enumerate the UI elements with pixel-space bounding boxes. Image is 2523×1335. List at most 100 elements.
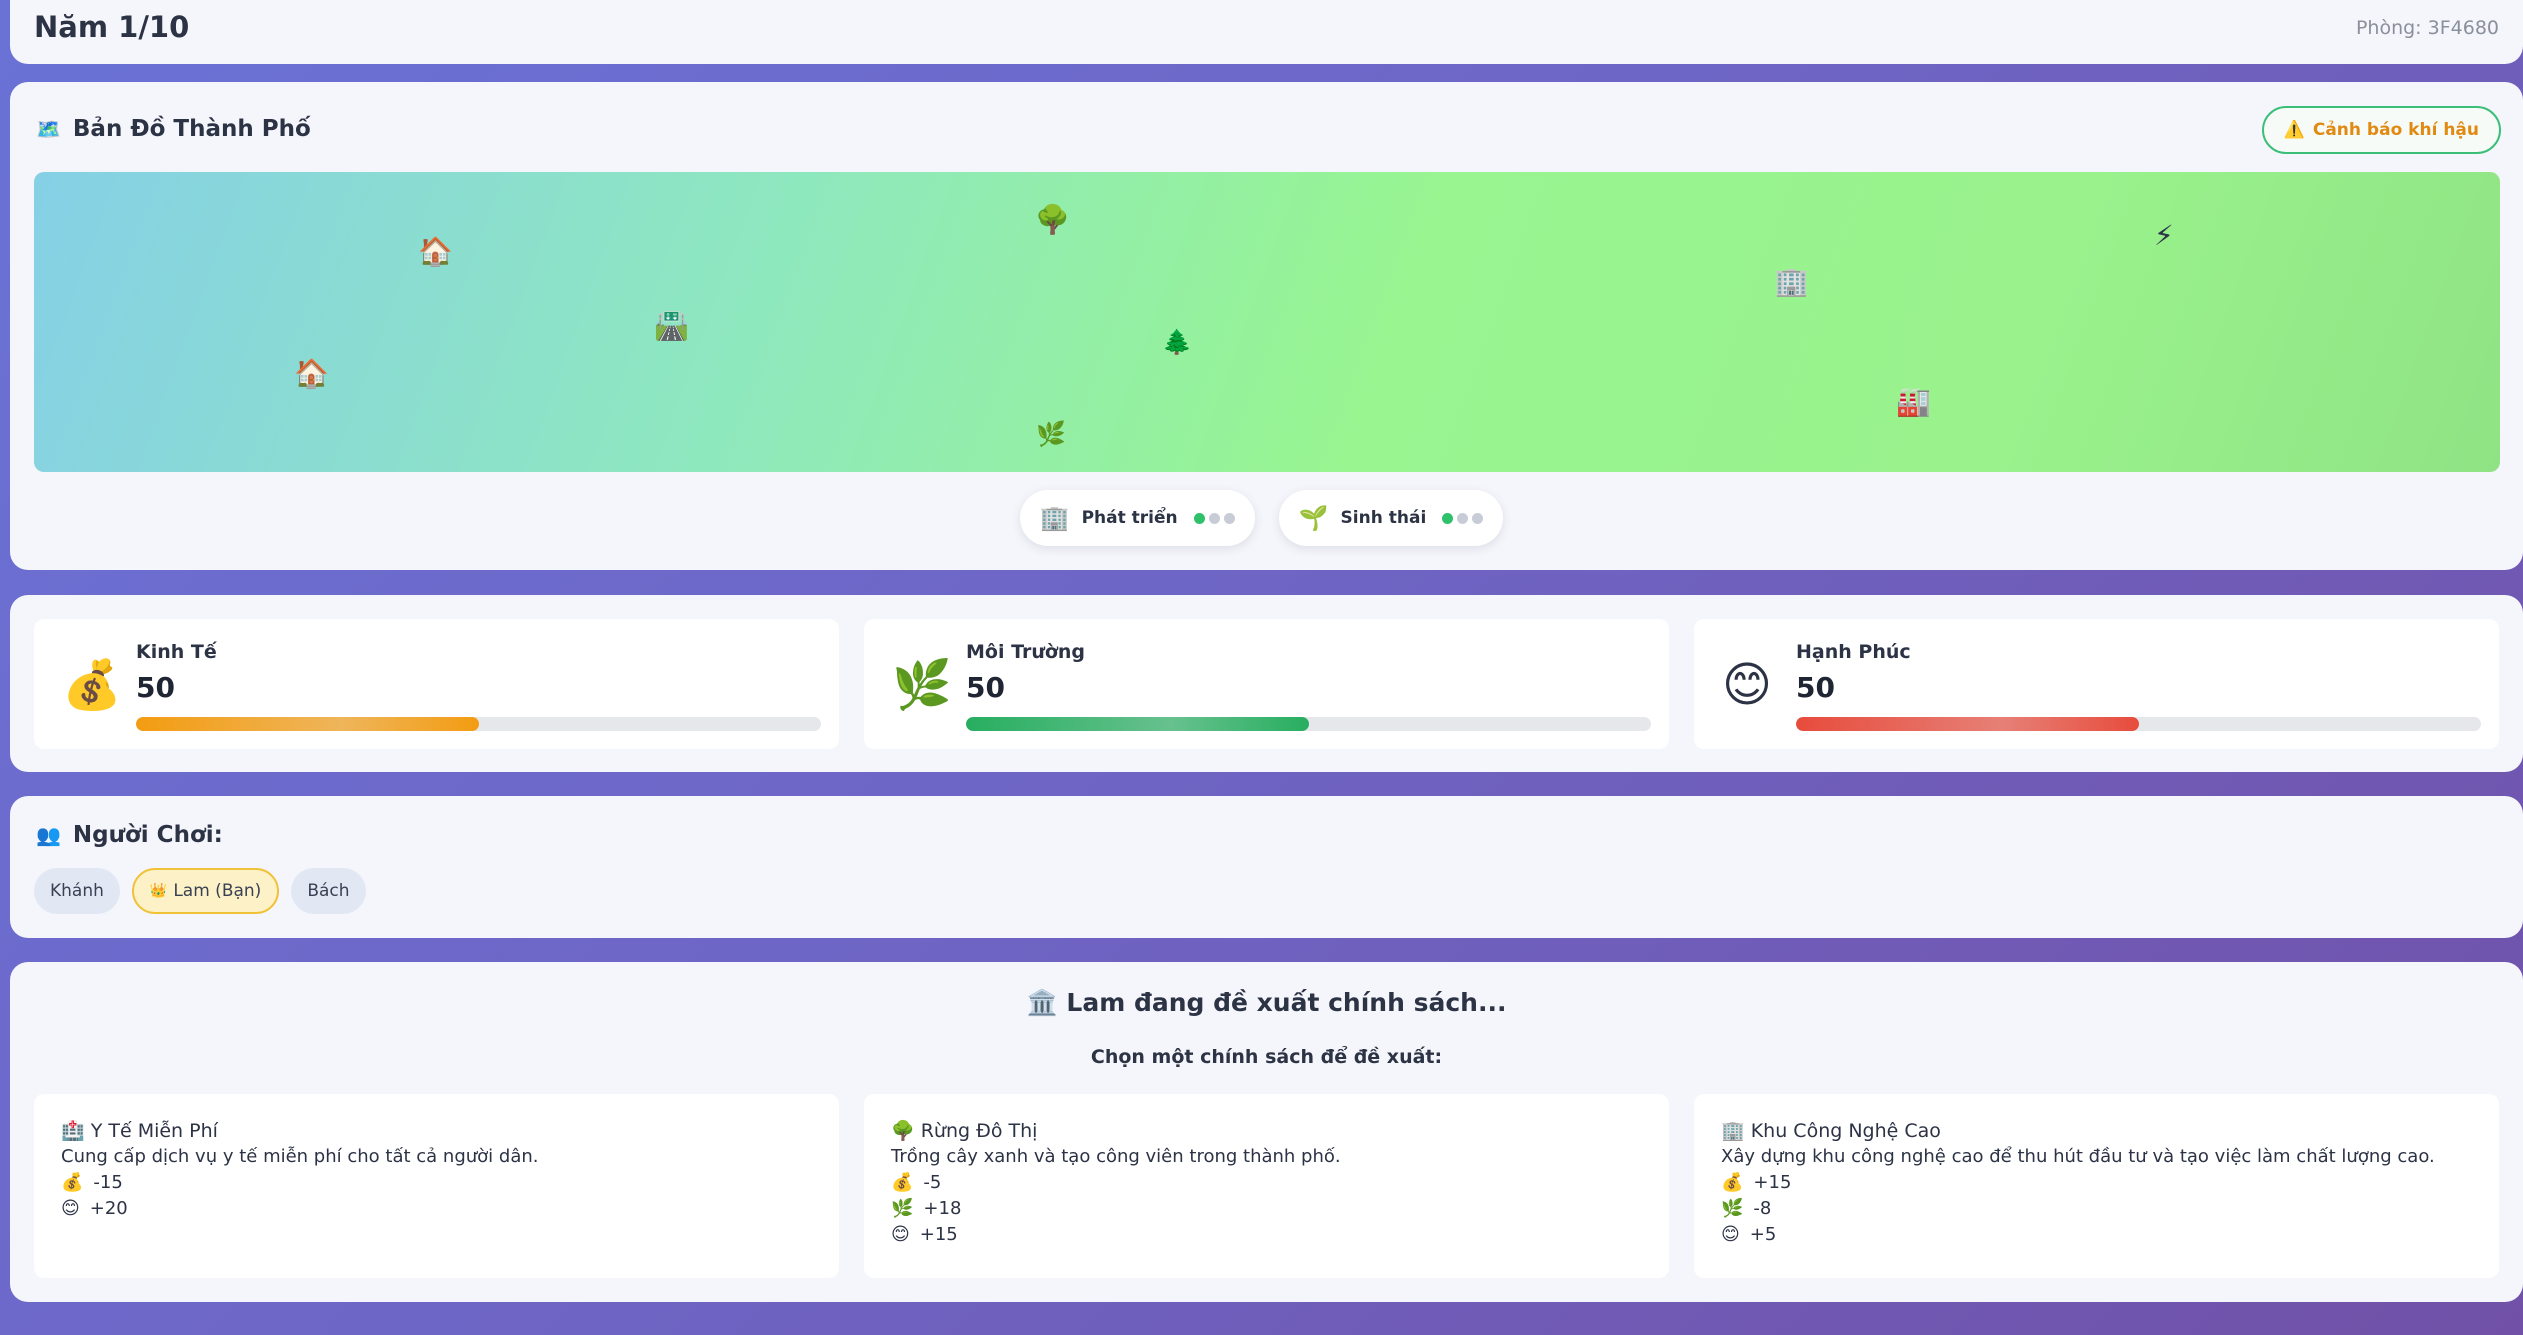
- development-level-dots: [1193, 512, 1235, 524]
- level-dot: [1442, 512, 1454, 524]
- city-map-panel: 🗺️ Bản Đồ Thành Phố ⚠️ Cảnh báo khí hậu …: [10, 82, 2523, 570]
- stat-value: 50: [1796, 671, 1835, 704]
- room-code: Phòng: 3F4680: [2355, 17, 2499, 39]
- map-layer-toggles: 🏢 Phát triển 🌱 Sinh thái: [10, 490, 2523, 546]
- seedling-icon: 🌱: [1298, 504, 1329, 532]
- map-title-text: Bản Đồ Thành Phố: [72, 116, 311, 142]
- policy-effect: 😊 +5: [1721, 1222, 2472, 1248]
- herb-icon: 🌿: [892, 657, 952, 713]
- development-label: Phát triển: [1081, 508, 1178, 528]
- policy-subtitle: Chọn một chính sách để đề xuất:: [1090, 1046, 1443, 1068]
- house-icon[interactable]: 🏠: [294, 360, 329, 388]
- player-chip-me[interactable]: 👑 Lam (Bạn): [131, 868, 280, 914]
- stat-label: Môi Trường: [966, 641, 1086, 663]
- policy-card-desc: Trồng cây xanh và tạo công viên trong th…: [891, 1146, 1341, 1167]
- stats-panel: 💰 Kinh Tế 50 🌿 Môi Trường 50 😊 Hạnh Phúc…: [10, 595, 2523, 772]
- policy-card-desc: Cung cấp dịch vụ y tế miễn phí cho tất c…: [61, 1146, 539, 1167]
- warning-icon: ⚠️: [2283, 120, 2305, 140]
- policy-card-healthcare[interactable]: 🏥 Y Tế Miễn Phí Cung cấp dịch vụ y tế mi…: [34, 1094, 839, 1278]
- stat-environment: 🌿 Môi Trường 50: [864, 619, 1669, 749]
- stat-bar: [136, 717, 821, 731]
- factory-icon[interactable]: 🏭: [1896, 388, 1931, 416]
- policy-effect: 😊 +15: [891, 1222, 1642, 1248]
- city-map[interactable]: 🏠 🏠 🛣️ 🌳 🌲 🌿 🏢 ⚡ 🏭: [34, 172, 2500, 472]
- year-counter: Năm 1/10: [34, 10, 190, 44]
- money-bag-icon: 💰: [891, 1172, 914, 1193]
- policy-card-urban-forest[interactable]: 🌳 Rừng Đô Thị Trồng cây xanh và tạo công…: [864, 1094, 1669, 1278]
- herb-icon: 🌿: [891, 1198, 914, 1219]
- pine-tree-icon[interactable]: 🌲: [1162, 330, 1192, 354]
- policy-effect: 💰 +15: [1721, 1170, 2472, 1196]
- player-chip[interactable]: Khánh: [34, 868, 120, 914]
- game-header: Năm 1/10 Phòng: 3F4680: [10, 0, 2523, 64]
- smiley-icon: 😊: [1721, 1224, 1740, 1245]
- policy-title-text: Lam đang đề xuất chính sách...: [1066, 988, 1507, 1017]
- policy-effect: 😊 +20: [61, 1196, 812, 1222]
- stat-bar-fill: [136, 717, 479, 731]
- lightning-icon[interactable]: ⚡: [2154, 222, 2174, 250]
- effect-value: +15: [919, 1224, 958, 1245]
- effect-value: +20: [89, 1198, 128, 1219]
- player-chip[interactable]: Bách: [291, 868, 366, 914]
- players-title-text: Người Chơi:: [72, 822, 223, 848]
- effect-value: +5: [1749, 1224, 1777, 1245]
- stat-economy: 💰 Kinh Tế 50: [34, 619, 839, 749]
- players-panel: 👥 Người Chơi: Khánh 👑 Lam (Bạn) Bách: [10, 796, 2523, 938]
- smiley-icon: 😊: [891, 1224, 910, 1245]
- policy-card-title: 🏥 Y Tế Miễn Phí: [61, 1118, 812, 1144]
- policy-card-desc: Xây dựng khu công nghệ cao để thu hút đầ…: [1721, 1146, 2435, 1167]
- smiley-icon: 😊: [1722, 657, 1773, 713]
- policy-card-title-text: Rừng Đô Thị: [920, 1120, 1038, 1142]
- level-dot: [1208, 512, 1220, 524]
- money-bag-icon: 💰: [1721, 1172, 1744, 1193]
- policy-card-title-text: Khu Công Nghệ Cao: [1750, 1120, 1941, 1142]
- climate-warning-button[interactable]: ⚠️ Cảnh báo khí hậu: [2261, 106, 2501, 154]
- road-icon[interactable]: 🛣️: [654, 312, 689, 340]
- sprout-icon[interactable]: 🌿: [1036, 422, 1066, 446]
- level-dot: [1193, 512, 1205, 524]
- policy-effect: 💰 -5: [891, 1170, 1642, 1196]
- policy-card-title: 🏢 Khu Công Nghệ Cao: [1721, 1118, 2472, 1144]
- effect-value: -8: [1753, 1198, 1772, 1219]
- effect-value: -15: [93, 1172, 123, 1193]
- player-name: Bách: [307, 881, 350, 901]
- stat-bar: [966, 717, 1651, 731]
- policy-card-tech-park[interactable]: 🏢 Khu Công Nghệ Cao Xây dựng khu công ng…: [1694, 1094, 2499, 1278]
- money-bag-icon: 💰: [62, 657, 122, 713]
- players-title: 👥 Người Chơi:: [36, 822, 223, 848]
- ecology-label: Sinh thái: [1340, 508, 1427, 528]
- office-building-icon: 🏢: [1721, 1120, 1745, 1142]
- development-toggle[interactable]: 🏢 Phát triển: [1019, 490, 1255, 546]
- crown-icon: 👑: [149, 883, 168, 899]
- ecology-level-dots: [1442, 512, 1484, 524]
- effect-value: +15: [1753, 1172, 1792, 1193]
- tree-icon[interactable]: 🌳: [1035, 206, 1070, 234]
- stat-bar-fill: [1796, 717, 2139, 731]
- policy-title: 🏛️ Lam đang đề xuất chính sách...: [10, 988, 2523, 1018]
- stat-value: 50: [136, 671, 175, 704]
- policy-effect: 💰 -15: [61, 1170, 812, 1196]
- stat-label: Kinh Tế: [136, 641, 217, 663]
- stat-value: 50: [966, 671, 1005, 704]
- player-name: Lam (Bạn): [173, 881, 262, 901]
- money-bag-icon: 💰: [61, 1172, 84, 1193]
- office-building-icon[interactable]: 🏢: [1774, 268, 1809, 296]
- map-icon: 🗺️: [36, 117, 61, 141]
- building-icon: 🏢: [1039, 504, 1070, 532]
- stat-label: Hạnh Phúc: [1796, 641, 1911, 663]
- level-dot: [1457, 512, 1469, 524]
- climate-warning-label: Cảnh báo khí hậu: [2312, 120, 2479, 140]
- smiley-icon: 😊: [61, 1198, 80, 1219]
- map-title: 🗺️ Bản Đồ Thành Phố: [36, 116, 311, 142]
- effect-value: +18: [923, 1198, 962, 1219]
- ecology-toggle[interactable]: 🌱 Sinh thái: [1278, 490, 1504, 546]
- policy-panel: 🏛️ Lam đang đề xuất chính sách... Chọn m…: [10, 962, 2523, 1302]
- level-dot: [1472, 512, 1484, 524]
- people-icon: 👥: [36, 823, 61, 847]
- policy-effect: 🌿 +18: [891, 1196, 1642, 1222]
- stat-bar-fill: [966, 717, 1309, 731]
- house-icon[interactable]: 🏠: [418, 238, 453, 266]
- hospital-icon: 🏥: [61, 1120, 85, 1142]
- government-icon: 🏛️: [1026, 988, 1058, 1017]
- stat-happiness: 😊 Hạnh Phúc 50: [1694, 619, 2499, 749]
